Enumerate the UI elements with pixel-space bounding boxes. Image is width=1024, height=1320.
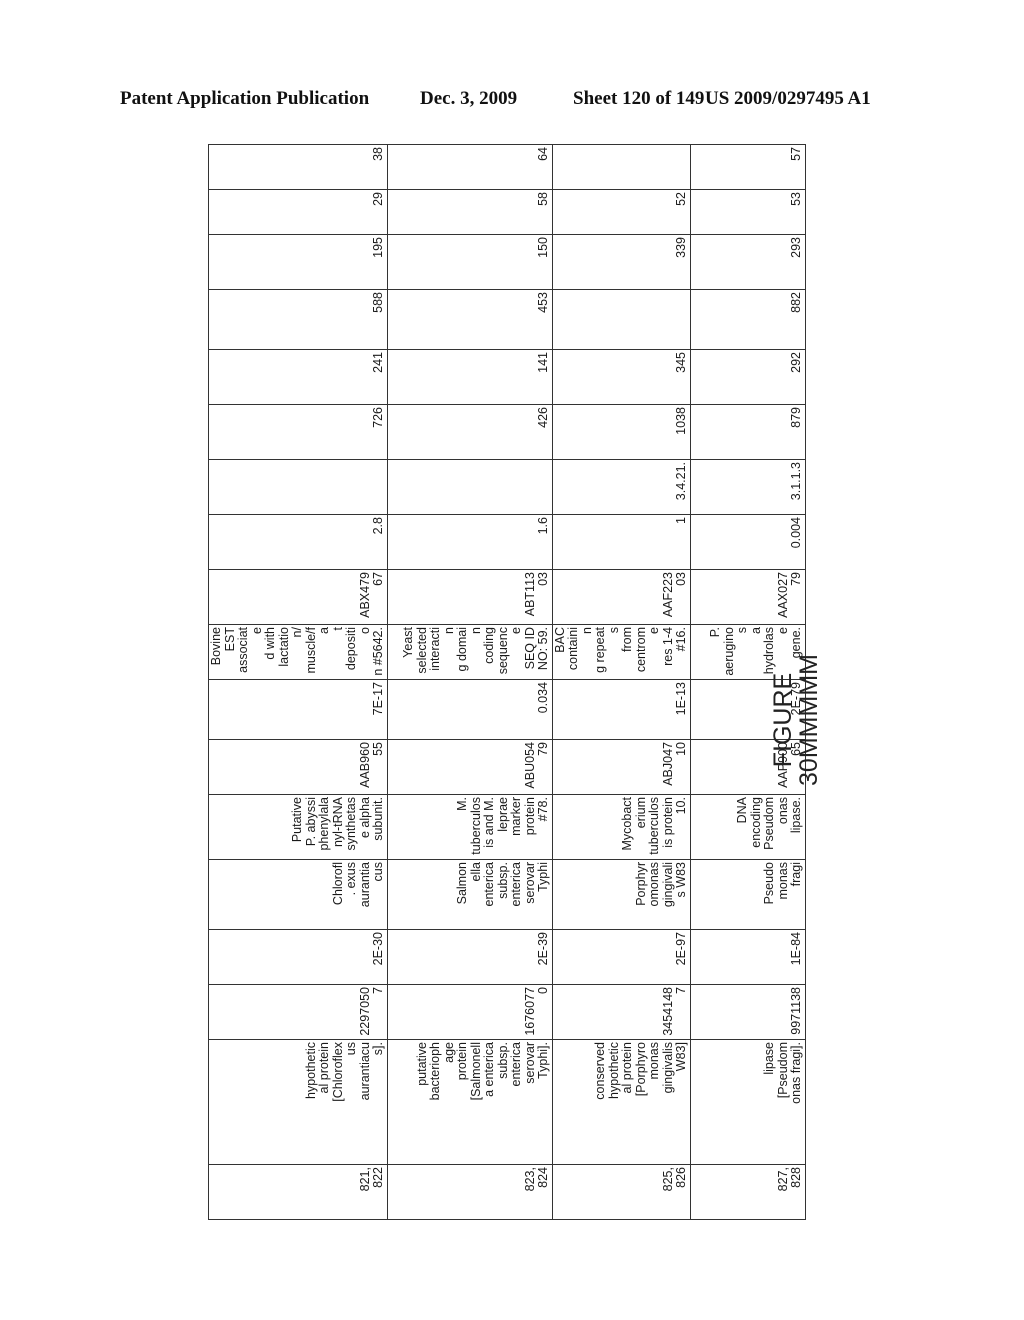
cell-value-a: 726 <box>208 404 387 460</box>
cell-seq-id: 825, 826 <box>552 1164 690 1220</box>
cell-value-c <box>552 289 690 350</box>
cell-value-c: 588 <box>208 289 387 350</box>
cell-ec-number <box>387 459 552 515</box>
sheet-number: Sheet 120 of 149 <box>573 88 705 109</box>
figure-label: FIGURE 30MMMMM <box>769 640 850 800</box>
page-header: Patent Application Publication Dec. 3, 2… <box>0 88 1024 118</box>
cell-description: lipase [Pseudom onas fragi]. <box>690 1039 805 1165</box>
rotated-data-table: 821, 822 hypothetic al protein [Chlorofle… <box>208 144 805 1220</box>
publication-title: Patent Application Publication <box>120 88 370 109</box>
cell-accession: ABU054 79 <box>387 739 552 795</box>
cell-accession: ABJ047 10 <box>552 739 690 795</box>
cell-organism: Pseudo monas fragi <box>690 859 805 930</box>
cell-e-value: 2E-39 <box>387 929 552 985</box>
cell-value-d: 293 <box>690 234 805 290</box>
cell-e-value: 2E-97 <box>552 929 690 985</box>
cell-hit-description: DNA encoding Pseudom onas lipase. <box>690 794 805 860</box>
cell-accession-2: ABT113 03 <box>387 569 552 625</box>
cell-score: 1.6 <box>387 514 552 570</box>
cell-e-value: 1E-84 <box>690 929 805 985</box>
cell-description: conserved hypothetic al protein [Porphyr… <box>552 1039 690 1165</box>
cell-value-f: 38 <box>208 144 387 190</box>
cell-seq-id: 827, 828 <box>690 1164 805 1220</box>
cell-ec-number: 3.4.21. <box>552 459 690 515</box>
cell-description: hypothetic al protein [Chloroflex us aur… <box>208 1039 387 1165</box>
cell-value-e: 58 <box>387 189 552 235</box>
cell-value-c: 453 <box>387 289 552 350</box>
cell-hit2-description: Bovine EST associate d with lactation/ m… <box>208 624 387 680</box>
cell-value-a: 1038 <box>552 404 690 460</box>
figure-label-line2: 30MMMMM <box>795 654 823 786</box>
cell-score: 2.8 <box>208 514 387 570</box>
cell-accession-2: ABX479 67 <box>208 569 387 625</box>
cell-value-e: 52 <box>552 189 690 235</box>
cell-description: putative bacterioph age protein [Salmone… <box>387 1039 552 1165</box>
cell-value-b: 141 <box>387 349 552 405</box>
cell-ec-number <box>208 459 387 515</box>
cell-hit-e-value: 0.034 <box>387 679 552 740</box>
cell-value-e: 29 <box>208 189 387 235</box>
cell-accession: AAB960 55 <box>208 739 387 795</box>
cell-value-b: 292 <box>690 349 805 405</box>
cell-gi-number: 9971138 <box>690 984 805 1040</box>
cell-value-d: 150 <box>387 234 552 290</box>
figure-label-line1: FIGURE <box>769 672 797 768</box>
cell-value-f: 57 <box>690 144 805 190</box>
cell-value-d: 339 <box>552 234 690 290</box>
table-row: 825, 826 conserved hypothetic al protein … <box>552 144 690 1220</box>
cell-accession-2: AAF223 03 <box>552 569 690 625</box>
cell-score: 1 <box>552 514 690 570</box>
table-row: 821, 822 hypothetic al protein [Chlorofle… <box>208 144 387 1220</box>
cell-hit-e-value: 1E-13 <box>552 679 690 740</box>
cell-value-a: 426 <box>387 404 552 460</box>
sequence-table: 821, 822 hypothetic al protein [Chlorofle… <box>208 144 806 1220</box>
cell-gi-number: 22970507 <box>208 984 387 1040</box>
cell-hit-description: M. tuberculos is and M. leprae marker pr… <box>387 794 552 860</box>
cell-gi-number: 16760770 <box>387 984 552 1040</box>
cell-value-c: 882 <box>690 289 805 350</box>
cell-e-value: 2E-30 <box>208 929 387 985</box>
cell-organism: Chlorofl . exus aurantia cus <box>208 859 387 930</box>
cell-accession-2: AAX027 79 <box>690 569 805 625</box>
cell-hit2-description: BAC containin g repeats from centrome re… <box>552 624 690 680</box>
table-row: 823, 824 putative bacterioph age protein … <box>387 144 552 1220</box>
cell-ec-number: 3.1.1.3 <box>690 459 805 515</box>
cell-value-e: 53 <box>690 189 805 235</box>
cell-value-d: 195 <box>208 234 387 290</box>
cell-organism: Porphyr omonas gingivali s W83 <box>552 859 690 930</box>
patent-number: US 2009/0297495 A1 <box>705 88 871 109</box>
cell-organism: Salmon ella enterica subsp. enterica ser… <box>387 859 552 930</box>
cell-hit-description: Mycobact erium tuberculos is protein 10. <box>552 794 690 860</box>
cell-value-f <box>552 144 690 190</box>
cell-hit-e-value: 7E-17 <box>208 679 387 740</box>
cell-value-b: 345 <box>552 349 690 405</box>
cell-seq-id: 823, 824 <box>387 1164 552 1220</box>
cell-seq-id: 821, 822 <box>208 1164 387 1220</box>
cell-value-a: 879 <box>690 404 805 460</box>
cell-value-f: 64 <box>387 144 552 190</box>
cell-gi-number: 34541487 <box>552 984 690 1040</box>
cell-hit-description: Putative P. abyssi phenylala nyl-tRNA sy… <box>208 794 387 860</box>
cell-value-b: 241 <box>208 349 387 405</box>
cell-score: 0.004 <box>690 514 805 570</box>
publication-date: Dec. 3, 2009 <box>420 88 518 109</box>
cell-hit2-description: Yeast selected interactin g domain codin… <box>387 624 552 680</box>
